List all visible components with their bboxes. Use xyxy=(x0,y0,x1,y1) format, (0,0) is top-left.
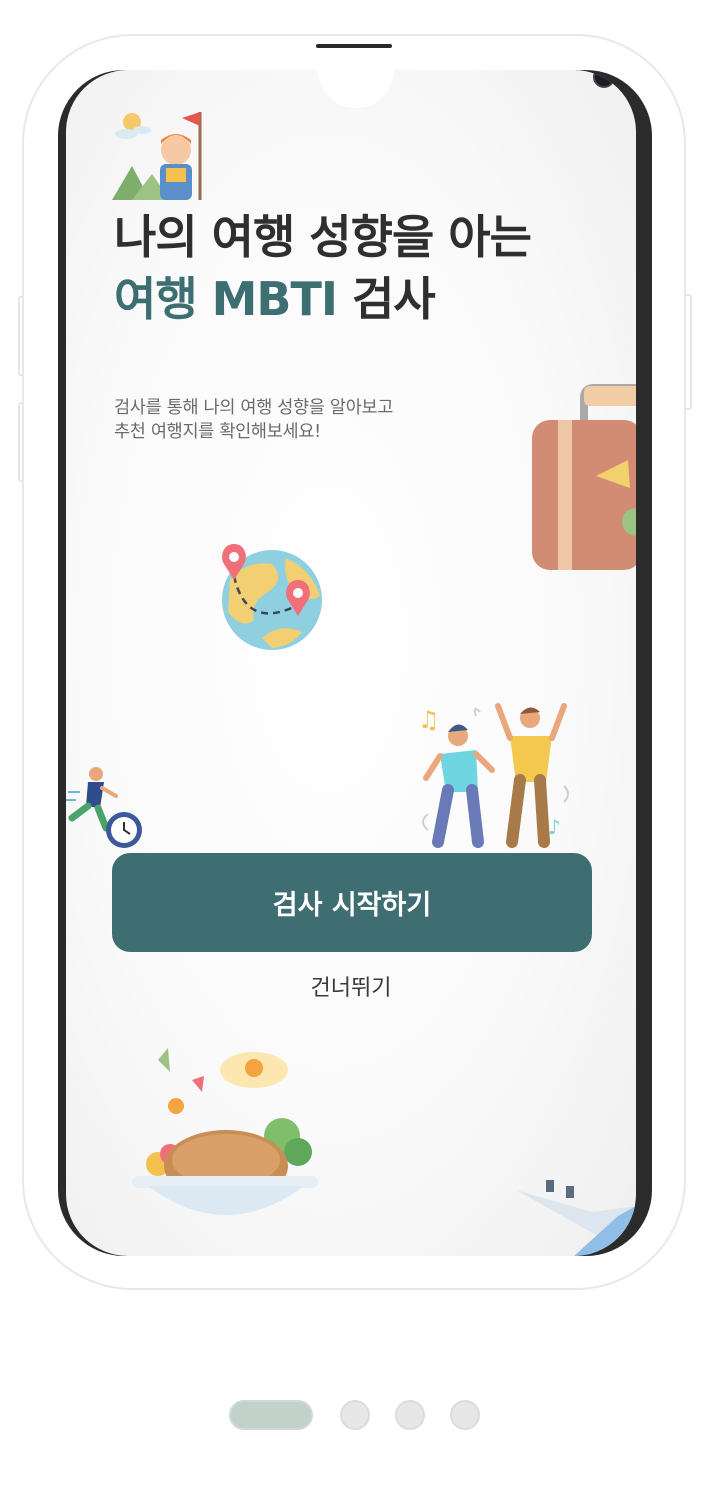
title-line-1: 나의 여행 성향을 아는 xyxy=(114,210,532,264)
page-dot-3[interactable] xyxy=(395,1400,425,1430)
speaker-grille xyxy=(316,44,392,48)
title-rest: 검사 xyxy=(337,272,436,326)
title-accent: 여행 MBTI xyxy=(114,272,338,326)
notch xyxy=(318,70,615,108)
runner-clock-icon xyxy=(66,767,142,848)
phone-bezel: 나의 여행 성향을 아는 여행 MBTI 검사 검사를 통해 나의 여행 성향을… xyxy=(58,70,652,1256)
suitcase-icon xyxy=(532,384,636,570)
page-dot-4[interactable] xyxy=(450,1400,480,1430)
airplane-icon xyxy=(516,1180,636,1256)
svg-text:♫: ♫ xyxy=(418,706,440,734)
skip-link[interactable]: 건너뛰기 xyxy=(66,970,636,1002)
camera-icon xyxy=(593,70,615,88)
subtitle-line-2: 추천 여행지를 확인해보세요! xyxy=(114,422,321,442)
page-indicator xyxy=(0,1400,712,1432)
globe-icon xyxy=(222,544,322,650)
dancers-icon: ♫ ♪ xyxy=(418,703,569,848)
start-test-button[interactable]: 검사 시작하기 xyxy=(112,853,592,952)
svg-text:♪: ♪ xyxy=(548,815,561,839)
subtitle-line-1: 검사를 통해 나의 여행 성향을 알아보고 xyxy=(114,398,394,418)
app-screen: 나의 여행 성향을 아는 여행 MBTI 검사 검사를 통해 나의 여행 성향을… xyxy=(66,70,636,1256)
page-dot-1-active[interactable] xyxy=(229,1400,313,1430)
page-subtitle: 검사를 통해 나의 여행 성향을 알아보고 추천 여행지를 확인해보세요! xyxy=(114,396,534,444)
food-bowl-icon xyxy=(132,1048,318,1215)
page-dot-2[interactable] xyxy=(340,1400,370,1430)
hiker-icon xyxy=(112,112,202,200)
page-title: 나의 여행 성향을 아는 여행 MBTI 검사 xyxy=(114,206,532,330)
